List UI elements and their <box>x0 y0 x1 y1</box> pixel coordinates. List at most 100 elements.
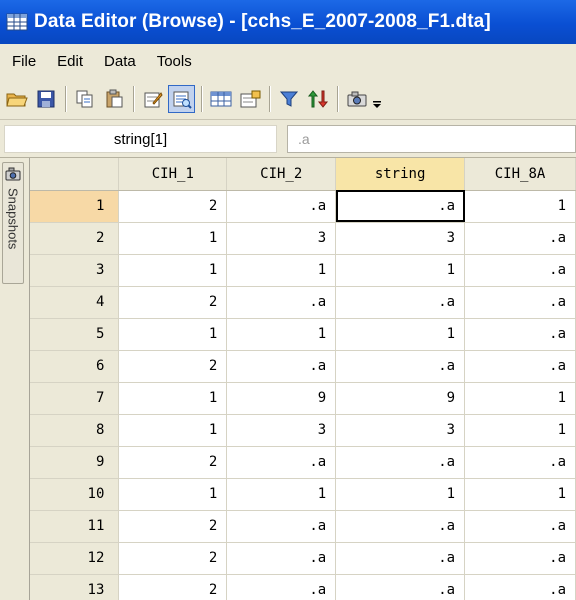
data-cell[interactable]: 3 <box>226 414 337 447</box>
data-cell[interactable]: 9 <box>226 382 337 415</box>
table-row: 71991 <box>30 382 576 415</box>
data-cell[interactable]: 1 <box>118 254 228 287</box>
toolbar <box>0 78 576 120</box>
corner-cell[interactable] <box>30 158 120 191</box>
row-number[interactable]: 8 <box>30 414 120 447</box>
row-number[interactable]: 10 <box>30 478 120 511</box>
data-cell[interactable]: .a <box>464 222 576 255</box>
column-header-string[interactable]: string <box>335 158 466 191</box>
menu-edit[interactable]: Edit <box>49 53 91 70</box>
row-number[interactable]: 4 <box>30 286 120 319</box>
data-cell[interactable]: 1 <box>226 318 337 351</box>
data-cell[interactable]: .a <box>226 190 337 223</box>
row-number[interactable]: 13 <box>30 574 120 600</box>
row-number[interactable]: 1 <box>30 190 120 223</box>
row-number[interactable]: 12 <box>30 542 120 575</box>
row-number[interactable]: 9 <box>30 446 120 479</box>
sort-icon[interactable] <box>304 85 331 113</box>
table-row: 6 2 .a .a .a <box>30 350 576 383</box>
paste-icon[interactable] <box>100 85 127 113</box>
variable-name-box[interactable]: string[1] <box>4 125 277 153</box>
data-cell[interactable]: .a <box>464 286 576 319</box>
data-cell[interactable]: 1 <box>464 190 576 223</box>
menu-tools[interactable]: Tools <box>149 53 200 70</box>
data-cell[interactable]: 1 <box>226 478 337 511</box>
variables-icon[interactable] <box>207 85 234 113</box>
data-cell[interactable]: 2 <box>118 190 228 223</box>
data-cell[interactable]: .a <box>464 574 576 600</box>
data-cell[interactable]: 1 <box>118 414 228 447</box>
row-number[interactable]: 7 <box>30 382 120 415</box>
data-cell[interactable]: .a <box>226 542 337 575</box>
data-cell[interactable]: 2 <box>118 542 228 575</box>
data-cell[interactable]: 1 <box>464 414 576 447</box>
snapshot-icon[interactable] <box>343 85 370 113</box>
data-grid[interactable]: CIH_1 CIH_2 string CIH_8A 1 2 .a .a 1 2 1 3 3 .a 3… <box>30 158 576 600</box>
data-cell[interactable]: 9 <box>335 382 466 415</box>
data-cell[interactable]: 2 <box>118 446 228 479</box>
properties-icon[interactable] <box>236 85 263 113</box>
data-cell[interactable]: 2 <box>118 574 228 600</box>
cell-entry-bar: string[1] .a <box>0 120 576 158</box>
save-icon[interactable] <box>32 85 59 113</box>
row-number[interactable]: 5 <box>30 318 120 351</box>
data-cell[interactable]: .a <box>335 286 466 319</box>
edit-mode-icon[interactable] <box>139 85 166 113</box>
column-header-cih-2[interactable]: CIH_2 <box>226 158 337 191</box>
data-cell[interactable]: 1 <box>464 382 576 415</box>
data-cell[interactable]: 3 <box>226 222 337 255</box>
data-cell[interactable]: 2 <box>118 286 228 319</box>
open-folder-icon[interactable] <box>3 85 30 113</box>
data-cell[interactable]: .a <box>464 446 576 479</box>
data-cell[interactable]: 2 <box>118 350 228 383</box>
data-cell[interactable]: 1 <box>335 254 466 287</box>
data-cell[interactable]: 3 <box>335 414 466 447</box>
data-cell[interactable]: 1 <box>226 254 337 287</box>
data-cell[interactable]: .a <box>464 542 576 575</box>
data-cell[interactable]: .a <box>464 350 576 383</box>
column-header-cih-8a[interactable]: CIH_8A <box>464 158 576 191</box>
filter-icon[interactable] <box>275 85 302 113</box>
data-cell[interactable]: .a <box>335 350 466 383</box>
data-cell[interactable]: 1 <box>118 382 228 415</box>
menu-data[interactable]: Data <box>96 53 144 70</box>
row-number[interactable]: 11 <box>30 510 120 543</box>
data-cell[interactable]: .a <box>226 286 337 319</box>
data-cell[interactable]: 2 <box>118 510 228 543</box>
data-table: CIH_1 CIH_2 string CIH_8A 1 2 .a .a 1 2 1 3 3 .a 3… <box>30 158 576 600</box>
menu-file[interactable]: File <box>4 53 44 70</box>
row-number[interactable]: 3 <box>30 254 120 287</box>
snapshots-tab[interactable]: Snapshots <box>2 162 24 284</box>
data-cell[interactable]: 1 <box>335 318 466 351</box>
row-number[interactable]: 2 <box>30 222 120 255</box>
table-row: 3 1 1 1 .a <box>30 254 576 287</box>
data-cell[interactable]: .a <box>464 318 576 351</box>
data-cell[interactable]: .a <box>335 574 466 600</box>
title-bar[interactable]: Data Editor (Browse) - [cchs_E_2007-2008… <box>0 0 576 44</box>
data-cell[interactable]: .a <box>464 510 576 543</box>
data-cell[interactable]: .a <box>335 510 466 543</box>
data-cell[interactable]: .a <box>335 446 466 479</box>
toolbar-overflow-icon[interactable] <box>372 85 382 113</box>
data-cell[interactable]: .a <box>226 350 337 383</box>
cell-value-input[interactable]: .a <box>287 125 576 153</box>
data-cell[interactable]: .a <box>226 574 337 600</box>
row-number[interactable]: 6 <box>30 350 120 383</box>
data-cell[interactable]: 1 <box>335 478 466 511</box>
data-cell[interactable]: .a <box>335 542 466 575</box>
data-cell[interactable]: 1 <box>118 318 228 351</box>
selected-cell[interactable]: .a <box>335 190 466 223</box>
data-cell[interactable]: 1 <box>118 478 228 511</box>
column-header-cih-1[interactable]: CIH_1 <box>118 158 228 191</box>
table-row: 5 1 1 1 .a <box>30 318 576 351</box>
data-cell[interactable]: .a <box>464 254 576 287</box>
header-row: CIH_1 CIH_2 string CIH_8A <box>30 158 576 191</box>
data-cell[interactable]: 1 <box>464 478 576 511</box>
left-panel: Snapshots <box>0 158 30 600</box>
copy-icon[interactable] <box>71 85 98 113</box>
data-cell[interactable]: 1 <box>118 222 228 255</box>
data-cell[interactable]: .a <box>226 510 337 543</box>
data-cell[interactable]: 3 <box>335 222 466 255</box>
data-cell[interactable]: .a <box>226 446 337 479</box>
browse-mode-icon[interactable] <box>168 84 195 113</box>
